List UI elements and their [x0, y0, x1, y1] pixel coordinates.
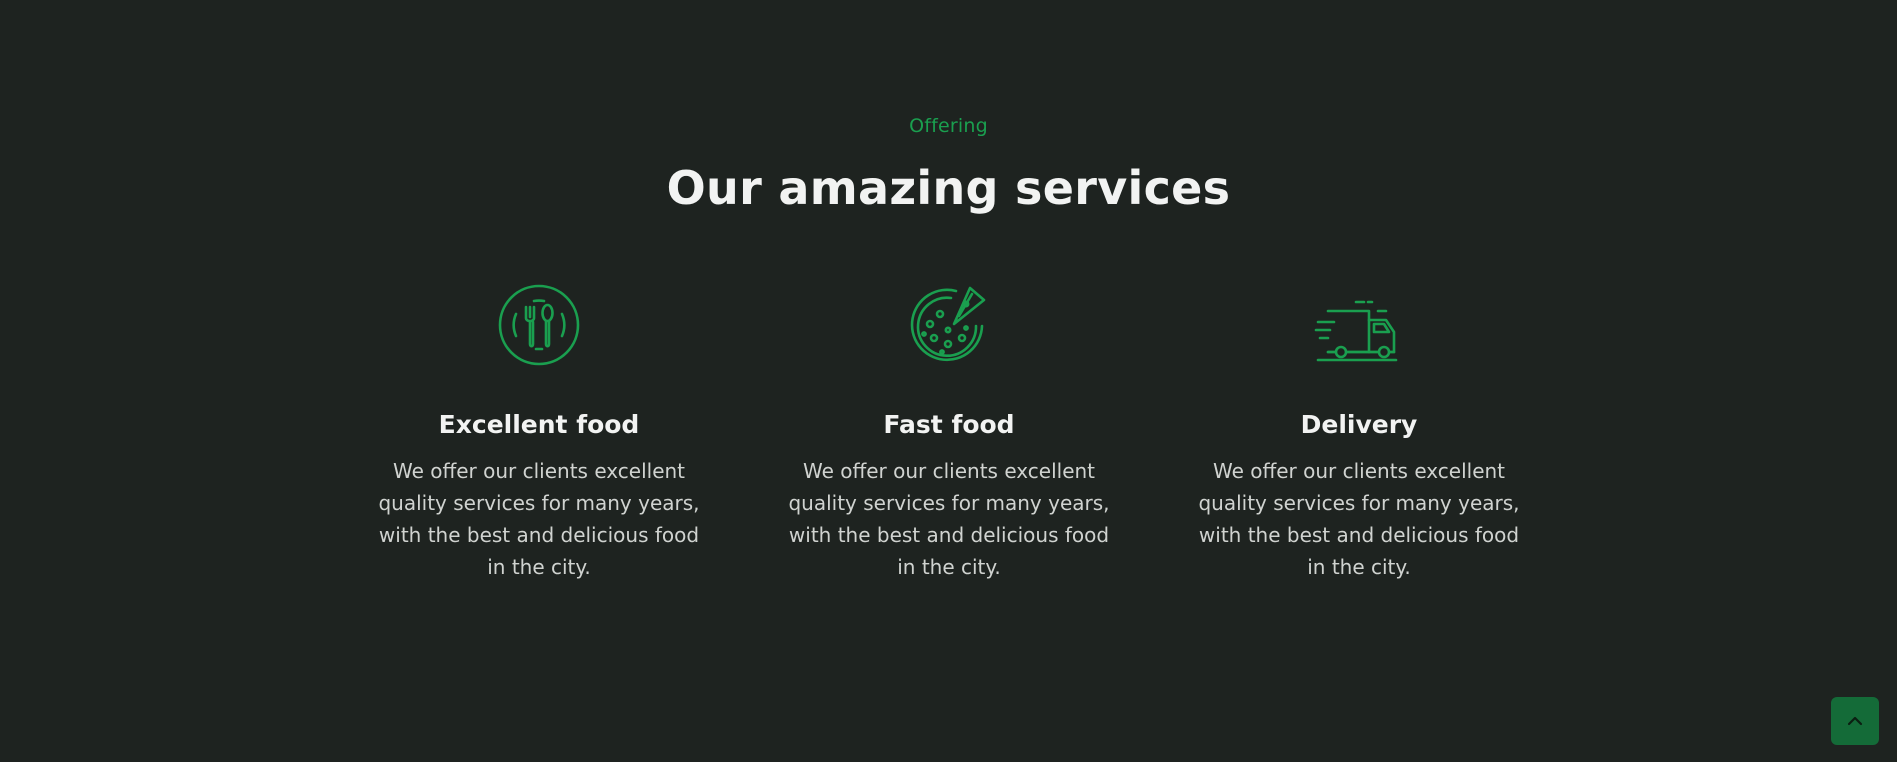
- service-card-fast-food: Fast food We offer our clients excellent…: [779, 280, 1119, 583]
- pizza-icon: [910, 286, 986, 362]
- chevron-up-icon: [1847, 716, 1863, 726]
- service-card-delivery: Delivery We offer our clients excellent …: [1189, 280, 1529, 583]
- delivery-truck-icon: [1314, 300, 1398, 362]
- service-title: Delivery: [1300, 410, 1418, 439]
- section-title: Our amazing services: [666, 161, 1231, 215]
- services-list: Excellent food We offer our clients exce…: [0, 280, 1897, 580]
- section-header: Offering Our amazing services: [0, 0, 1897, 215]
- service-title: Fast food: [883, 410, 1015, 439]
- services-section: Offering Our amazing services Excellent …: [0, 0, 1897, 762]
- section-subtitle: Offering: [909, 115, 988, 137]
- plate-fork-spoon-icon: [498, 284, 580, 366]
- scroll-to-top-button[interactable]: [1831, 697, 1879, 745]
- service-card-excellent-food: Excellent food We offer our clients exce…: [369, 280, 709, 583]
- service-description: We offer our clients excellent quality s…: [788, 459, 1110, 579]
- service-title: Excellent food: [438, 410, 640, 439]
- service-description: We offer our clients excellent quality s…: [1198, 459, 1520, 579]
- service-description: We offer our clients excellent quality s…: [378, 459, 700, 579]
